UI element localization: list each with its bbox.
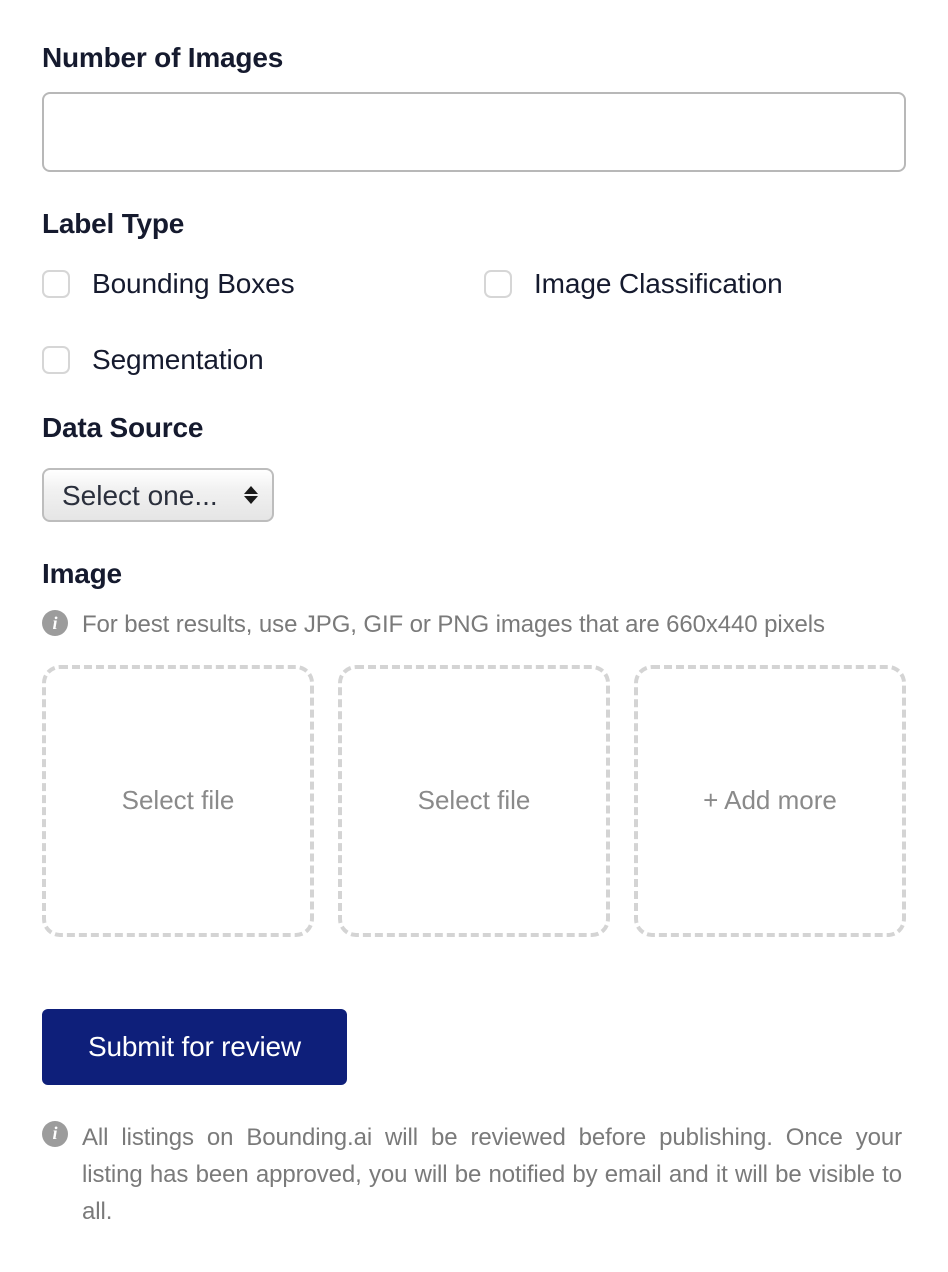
checkbox-segmentation-label: Segmentation — [92, 344, 264, 376]
image-upload-hint-row: i For best results, use JPG, GIF or PNG … — [42, 608, 906, 643]
data-source-select-wrap: Select one... — [42, 468, 274, 522]
label-type-label: Label Type — [42, 208, 906, 240]
info-icon: i — [42, 1121, 68, 1147]
disclaimer-row: i All listings on Bounding.ai will be re… — [42, 1119, 906, 1231]
upload-add-more[interactable]: + Add more — [634, 665, 906, 937]
checkbox-image-classification-label: Image Classification — [534, 268, 783, 300]
checkbox-bounding-boxes-label: Bounding Boxes — [92, 268, 295, 300]
submit-button[interactable]: Submit for review — [42, 1009, 347, 1085]
number-of-images-label: Number of Images — [42, 42, 906, 74]
submit-section: Submit for review i All listings on Boun… — [42, 1009, 906, 1231]
data-source-group: Data Source Select one... — [42, 412, 906, 522]
submit-disclaimer: All listings on Bounding.ai will be revi… — [82, 1119, 902, 1231]
checkbox-bounding-boxes[interactable]: Bounding Boxes — [42, 268, 464, 300]
checkbox-bounding-boxes-input[interactable] — [42, 270, 70, 298]
image-upload-group: Image i For best results, use JPG, GIF o… — [42, 558, 906, 937]
label-type-options: Bounding Boxes Image Classification Segm… — [42, 268, 906, 376]
image-upload-label: Image — [42, 558, 906, 590]
checkbox-segmentation[interactable]: Segmentation — [42, 344, 464, 376]
number-of-images-group: Number of Images — [42, 42, 906, 172]
data-source-select[interactable]: Select one... — [42, 468, 274, 522]
upload-slot-2[interactable]: Select file — [338, 665, 610, 937]
upload-slot-2-label: Select file — [418, 785, 531, 816]
number-of-images-input[interactable] — [42, 92, 906, 172]
checkbox-image-classification[interactable]: Image Classification — [484, 268, 906, 300]
upload-add-more-label: + Add more — [703, 785, 837, 816]
upload-row: Select file Select file + Add more — [42, 665, 906, 937]
data-source-label: Data Source — [42, 412, 906, 444]
label-type-group: Label Type Bounding Boxes Image Classifi… — [42, 208, 906, 376]
checkbox-image-classification-input[interactable] — [484, 270, 512, 298]
info-icon: i — [42, 610, 68, 636]
image-upload-hint: For best results, use JPG, GIF or PNG im… — [82, 608, 825, 643]
upload-slot-1-label: Select file — [122, 785, 235, 816]
upload-slot-1[interactable]: Select file — [42, 665, 314, 937]
checkbox-segmentation-input[interactable] — [42, 346, 70, 374]
